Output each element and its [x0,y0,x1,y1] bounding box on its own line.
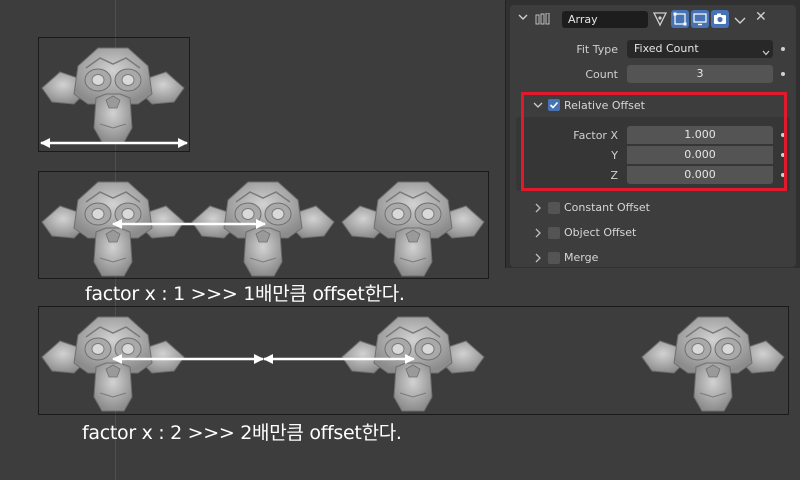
count-label: Count [585,68,618,81]
factor-x-label: Factor X [573,129,618,142]
caption-factor-2: factor x : 2 >>> 2배만큼 offset한다. [82,422,402,444]
fit-type-select[interactable]: Fixed Count [627,40,773,58]
factor-x-keyframe-dot[interactable] [781,133,785,137]
factor-z-label: Z [610,169,618,182]
select-chevron-icon [762,46,770,59]
merge-label: Merge [564,251,599,264]
object-offset-label: Object Offset [564,226,637,239]
close-icon[interactable]: ✕ [755,9,767,25]
array-modifier-icon [535,12,551,28]
count-field[interactable]: 3 [627,65,773,83]
factor-y-field[interactable]: 0.000 [627,146,773,164]
suzanne-mesh-single[interactable] [38,38,188,143]
offset-arrow-factor-2-second [263,354,415,364]
count-keyframe-dot[interactable] [781,72,785,76]
object-offset-checkbox[interactable] [548,227,560,239]
object-offset-chevron-icon[interactable] [534,228,542,241]
width-arrow [40,138,188,148]
relative-offset-chevron-icon[interactable] [533,101,543,112]
constant-offset-label: Constant Offset [564,201,650,214]
fit-type-keyframe-dot[interactable] [781,47,785,51]
caption-factor-1: factor x : 1 >>> 1배만큼 offset한다. [85,283,405,305]
merge-checkbox[interactable] [548,252,560,264]
edit-mode-toggle[interactable] [671,10,689,28]
render-camera-toggle[interactable] [711,10,729,28]
merge-chevron-icon[interactable] [534,253,542,266]
factor-z-field[interactable]: 0.000 [627,166,773,184]
factor-x-field[interactable]: 1.000 [627,126,773,144]
factor-y-keyframe-dot[interactable] [781,153,785,157]
realtime-viewport-toggle[interactable] [691,10,709,28]
relative-offset-label: Relative Offset [564,99,645,112]
on-cage-icon[interactable] [652,11,668,30]
array-modifier-card: Array ✕ Fit Type Fixed Count Count 3 Rel… [510,5,796,267]
constant-offset-chevron-icon[interactable] [534,203,542,216]
offset-arrow-factor-2-first [112,354,264,364]
factor-z-keyframe-dot[interactable] [781,173,785,177]
constant-offset-checkbox[interactable] [548,202,560,214]
fit-type-label: Fit Type [576,43,618,56]
suzanne-mesh-2c[interactable] [638,307,788,412]
modifier-name-field[interactable]: Array [562,11,648,28]
relative-offset-checkbox[interactable] [548,99,560,111]
collapse-chevron-icon[interactable] [518,13,528,24]
modifier-properties-panel: Array ✕ Fit Type Fixed Count Count 3 Rel… [505,0,800,268]
suzanne-mesh-1c[interactable] [338,172,488,277]
offset-arrow-factor-1 [112,219,266,229]
factor-y-label: Y [611,149,618,162]
modifier-header: Array ✕ [510,5,796,33]
dropdown-chevron-icon[interactable] [734,15,746,28]
